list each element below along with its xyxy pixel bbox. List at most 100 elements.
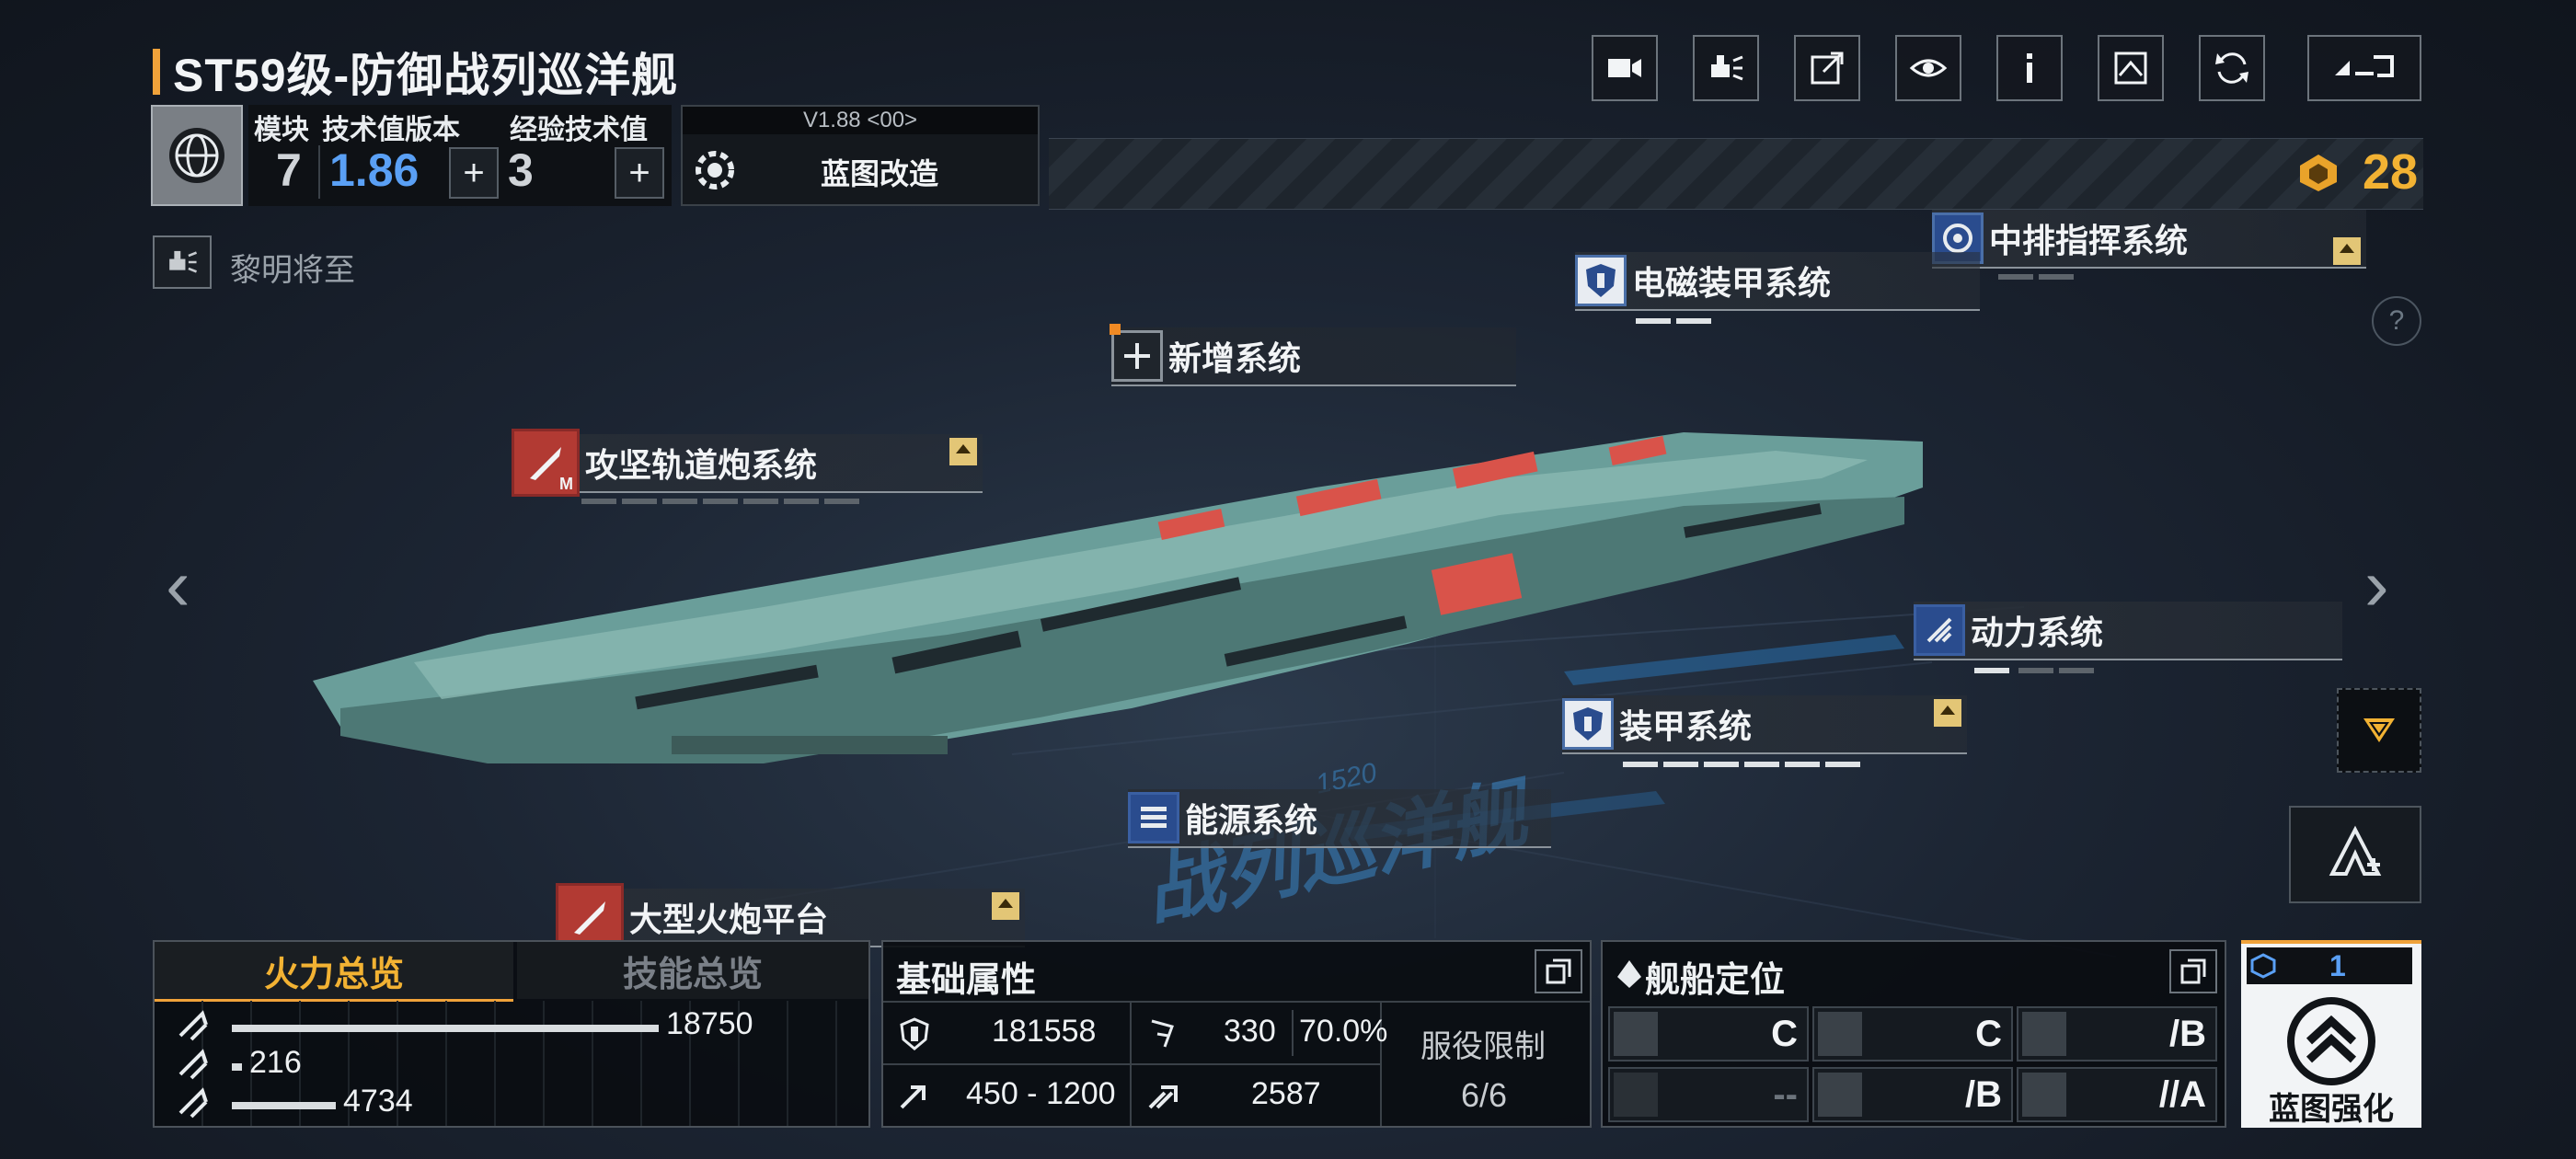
system-add-new[interactable]: 新增系统 (1110, 324, 1516, 386)
next-ship-arrow[interactable]: › (2364, 543, 2389, 627)
basic-attributes-panel: 基础属性 181558 330 70.0% 450 - 1200 2587 服役… (881, 940, 1592, 1128)
role-grade: /B (2169, 1014, 2206, 1054)
eye-icon (1909, 59, 1948, 77)
railgun-icon: M (512, 429, 580, 497)
enhance-count-bar: 1 (2247, 947, 2412, 984)
view-button[interactable] (1895, 35, 1961, 101)
exp-add-button[interactable]: + (615, 147, 664, 199)
rank-up-button[interactable] (2289, 806, 2421, 903)
role-utility-icon (2022, 1073, 2066, 1117)
expand-icon (1546, 958, 1571, 984)
rank-up-icon (2329, 825, 2382, 876)
hp-shield-icon (900, 1017, 929, 1050)
role-grade: /B (1965, 1074, 2002, 1115)
back-icon (2335, 55, 2394, 77)
exp-value: 3 (508, 144, 534, 196)
plus-icon: + (628, 152, 650, 193)
faction-emblem (151, 105, 243, 206)
ship-role-title: 舰船定位 (1645, 961, 1786, 1000)
system-power[interactable]: 动力系统 (1914, 602, 2342, 673)
faction-button[interactable] (1693, 35, 1759, 101)
globe-icon (169, 128, 224, 183)
share-button[interactable] (1794, 35, 1860, 101)
system-railgun[interactable]: M 攻坚轨道炮系统 (512, 429, 983, 504)
system-label: 装甲系统 (1619, 707, 1753, 745)
faction-icon (1711, 55, 1743, 81)
role-defense-icon (1818, 1073, 1862, 1117)
refresh-button[interactable] (2199, 35, 2265, 101)
blueprint-button[interactable] (2098, 35, 2164, 101)
help-button[interactable]: ? (2372, 296, 2421, 346)
system-label: 中排指挥系统 (1989, 222, 2189, 259)
bp-version: V1.88 <00> (683, 107, 1038, 134)
prev-ship-arrow[interactable]: ‹ (166, 543, 190, 627)
basic-attributes-title: 基础属性 (896, 961, 1037, 1000)
overview-panel: 火力总览 技能总览 18750 216 4734 (153, 940, 870, 1128)
expand-icon (2180, 958, 2206, 984)
system-command[interactable]: 中排指挥系统 (1932, 210, 2366, 280)
tab-firepower[interactable]: 火力总览 (155, 942, 513, 1002)
info-icon (2027, 53, 2032, 83)
hp-value: 181558 (992, 1014, 1097, 1049)
blueprint-icon (2114, 52, 2147, 85)
version-value: 1.86 (329, 144, 420, 196)
enhance-count: 1 (2329, 949, 2346, 982)
system-em-armor[interactable]: 电磁装甲系统 (1575, 252, 1980, 324)
share-icon (1811, 52, 1844, 85)
header-stripe (1049, 138, 2423, 210)
blueprint-enhance-button[interactable]: 1 蓝图强化 (2241, 940, 2421, 1128)
system-label: 能源系统 (1185, 801, 1318, 839)
module-value: 7 (276, 144, 302, 196)
expand-button[interactable] (2337, 688, 2421, 773)
system-label: 大型火炮平台 (629, 901, 829, 938)
power-icon (1914, 604, 1965, 656)
question-icon: ? (2388, 305, 2405, 336)
tab-firepower-label: 火力总览 (263, 955, 404, 994)
speed-icon (1148, 1085, 1178, 1109)
video-camera-icon (1608, 59, 1641, 77)
evade-icon (1151, 1019, 1174, 1048)
back-button[interactable] (2307, 35, 2421, 101)
plus-icon: + (463, 152, 485, 193)
blueprint-modify-button[interactable]: V1.88 <00> 蓝图改造 (681, 105, 1040, 206)
role-grade: C (1771, 1014, 1798, 1054)
version-add-button[interactable]: + (449, 147, 499, 199)
service-limit-value: 6/6 (1461, 1076, 1508, 1114)
faction-small-button[interactable] (153, 235, 212, 289)
exp-label: 经验技术值 (510, 115, 648, 145)
system-heavy-cannon[interactable]: 大型火炮平台 (556, 883, 1025, 951)
basic-detail-button[interactable] (1535, 949, 1582, 993)
currency-value: 28 (2363, 144, 2419, 200)
role-grade: -- (1773, 1074, 1798, 1115)
role-icon (1617, 960, 1641, 988)
list-icon (1128, 792, 1179, 843)
role-grade: C (1975, 1014, 2002, 1054)
ship-role-panel: 舰船定位 C C /B -- /B //A (1601, 940, 2226, 1128)
firepower-value-0: 18750 (666, 1006, 753, 1041)
tab-skills[interactable]: 技能总览 (517, 942, 868, 999)
upgrade-badge-icon (949, 438, 977, 465)
firepower-value-2: 4734 (343, 1084, 413, 1119)
double-chevron-up-icon (2287, 997, 2375, 1085)
firepower-bar-2 (232, 1102, 336, 1109)
camera-button[interactable] (1592, 35, 1658, 101)
range-icon (900, 1085, 926, 1109)
blueprint-count-icon (2250, 953, 2276, 979)
evade-value: 330 (1224, 1014, 1276, 1049)
role-cell-1: C (1812, 1006, 2013, 1061)
role-detail-button[interactable] (2169, 949, 2217, 993)
firepower-bar-1 (232, 1063, 242, 1071)
faction-icon (169, 250, 198, 273)
service-limit-label: 服役限制 (1420, 1029, 1546, 1064)
system-label: 动力系统 (1971, 614, 2104, 651)
info-button[interactable] (1996, 35, 2063, 101)
system-label: 电磁装甲系统 (1632, 264, 1832, 302)
shield-icon (1562, 698, 1614, 750)
system-armor[interactable]: 装甲系统 (1562, 695, 1967, 767)
upgrade-badge-icon (2333, 237, 2361, 265)
system-energy[interactable]: 能源系统 (1128, 789, 1551, 848)
firepower-type-icon (178, 1087, 208, 1119)
range-value: 450 - 1200 (966, 1076, 1116, 1111)
firepower-type-icon (178, 1010, 208, 1041)
upgrade-badge-icon (992, 892, 1019, 920)
